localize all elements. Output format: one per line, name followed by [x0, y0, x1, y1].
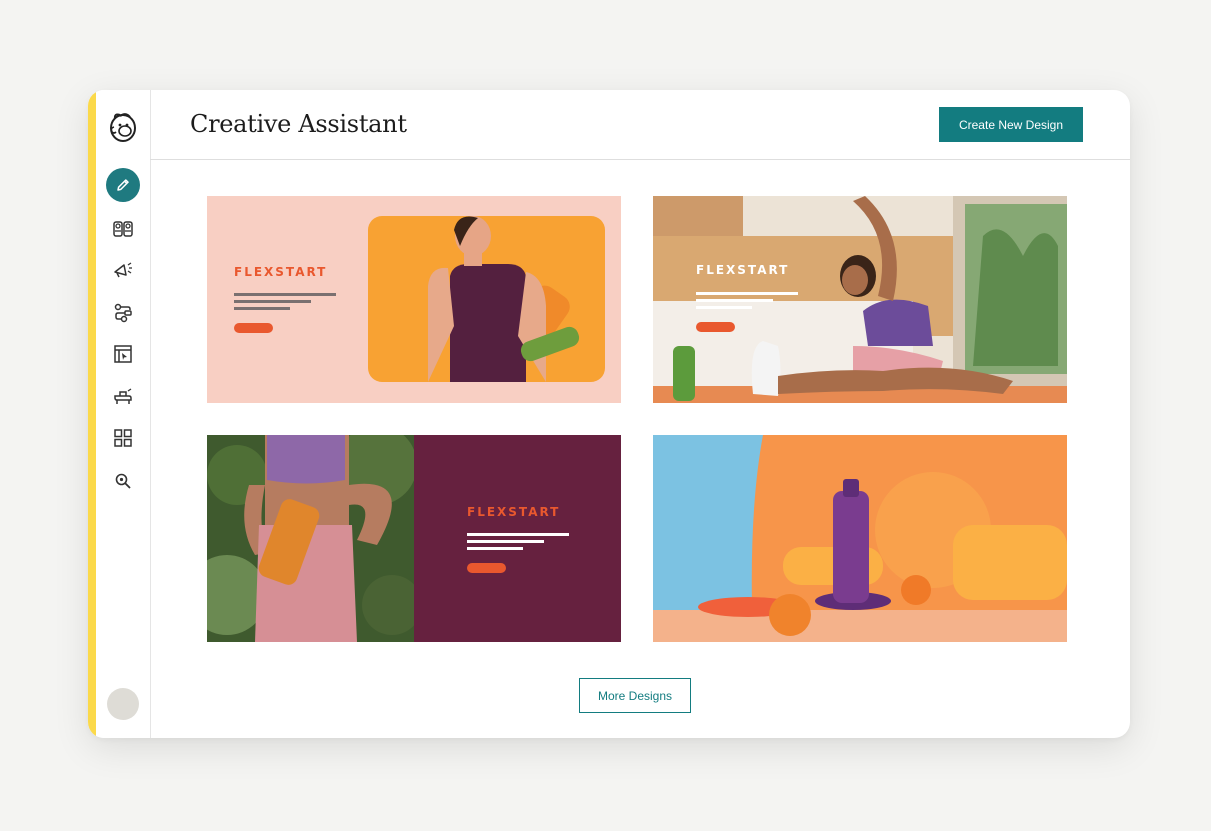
sidebar-item-campaigns[interactable]	[106, 253, 140, 287]
design-text-line	[234, 300, 311, 303]
design-brand-text: FLEXSTART	[696, 263, 790, 277]
search-icon	[112, 470, 134, 492]
design-card-4[interactable]	[653, 435, 1067, 642]
sidebar-item-automations[interactable]	[106, 295, 140, 329]
design-text-line	[696, 306, 752, 309]
app-window: Creative Assistant Create New Design FLE…	[88, 90, 1130, 738]
design-color-panel	[414, 435, 621, 642]
mailchimp-logo-icon[interactable]	[106, 110, 140, 144]
design-card-3[interactable]: FLEXSTART	[207, 435, 621, 642]
design-cta-pill	[234, 323, 273, 333]
sidebar-item-integrations[interactable]	[106, 421, 140, 455]
sidebar	[96, 90, 151, 738]
design-photo	[368, 216, 605, 382]
design-text-line	[467, 533, 569, 536]
design-photo	[653, 435, 1067, 642]
sidebar-item-audience[interactable]	[106, 211, 140, 245]
campaign-megaphone-icon	[112, 259, 134, 281]
pencil-icon	[115, 177, 131, 193]
page-header: Creative Assistant Create New Design	[150, 90, 1130, 160]
design-brand-text: FLEXSTART	[234, 265, 328, 279]
create-new-design-button[interactable]: Create New Design	[939, 107, 1083, 142]
sidebar-item-create[interactable]	[106, 168, 140, 202]
design-cta-pill	[696, 322, 735, 332]
design-text-line	[696, 292, 798, 295]
sidebar-accent-bar	[88, 90, 96, 738]
automation-icon	[112, 301, 134, 323]
page-title: Creative Assistant	[190, 110, 407, 138]
audience-icon	[112, 217, 134, 239]
design-text-line	[234, 293, 336, 296]
sidebar-item-content[interactable]	[106, 379, 140, 413]
more-designs-button[interactable]: More Designs	[579, 678, 691, 713]
design-text-line	[467, 540, 544, 543]
design-text-line	[467, 547, 523, 550]
website-icon	[112, 343, 134, 365]
design-brand-text: FLEXSTART	[467, 505, 561, 519]
design-card-2[interactable]: FLEXSTART	[653, 196, 1067, 403]
content-studio-icon	[112, 385, 134, 407]
design-cta-pill	[467, 563, 506, 573]
design-text-line	[234, 307, 290, 310]
integrations-grid-icon	[112, 427, 134, 449]
design-card-1[interactable]: FLEXSTART	[207, 196, 621, 403]
design-photo	[207, 435, 414, 642]
design-text-line	[696, 299, 773, 302]
sidebar-item-website[interactable]	[106, 337, 140, 371]
sidebar-item-search[interactable]	[106, 464, 140, 498]
user-avatar[interactable]	[107, 688, 139, 720]
